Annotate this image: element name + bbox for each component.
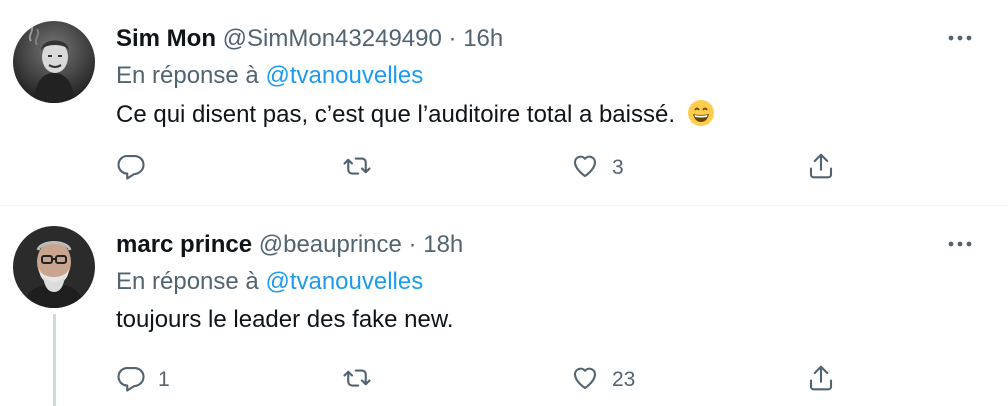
avatar[interactable] <box>13 21 95 103</box>
share-button[interactable] <box>806 358 836 402</box>
like-count: 23 <box>612 368 636 391</box>
author-handle[interactable]: @SimMon43249490 <box>223 25 442 52</box>
retweet-button[interactable] <box>342 146 384 190</box>
tweet-text: toujours le leader des fake new. <box>116 304 454 336</box>
tweet-text-content: Ce qui disent pas, c’est que l’auditoire… <box>116 101 675 128</box>
tweet[interactable]: Sim Mon @SimMon43249490 · 16h En réponse… <box>0 0 1008 206</box>
reply-button[interactable]: 1 <box>116 358 170 402</box>
heart-icon <box>570 363 600 398</box>
grinning-face-emoji-icon <box>686 98 716 128</box>
author-handle[interactable]: @beauprince <box>259 231 402 258</box>
like-count: 3 <box>612 156 624 179</box>
reply-mention-link[interactable]: @tvanouvelles <box>265 62 423 89</box>
share-icon <box>806 151 836 186</box>
reply-button[interactable] <box>116 146 158 190</box>
tweet-header: Sim Mon @SimMon43249490 · 16h <box>116 24 503 54</box>
reply-context: En réponse à @tvanouvelles <box>116 267 423 297</box>
tweet-actions: 1 23 <box>0 358 1008 402</box>
reply-prefix: En réponse à <box>116 268 259 295</box>
share-icon <box>806 363 836 398</box>
heart-icon <box>570 151 600 186</box>
retweet-button[interactable] <box>342 358 384 402</box>
author-name[interactable]: Sim Mon <box>116 25 216 52</box>
retweet-icon <box>342 151 372 186</box>
tweet-text: Ce qui disent pas, c’est que l’auditoire… <box>116 98 716 131</box>
timestamp[interactable]: 18h <box>423 231 463 258</box>
timestamp[interactable]: 16h <box>463 25 503 52</box>
author-name[interactable]: marc prince <box>116 231 252 258</box>
reply-mention-link[interactable]: @tvanouvelles <box>265 268 423 295</box>
share-button[interactable] <box>806 146 836 190</box>
retweet-icon <box>342 363 372 398</box>
like-button[interactable]: 23 <box>570 358 635 402</box>
separator-dot: · <box>448 25 457 52</box>
reply-count: 1 <box>158 368 170 391</box>
avatar[interactable] <box>13 226 95 308</box>
reply-context: En réponse à @tvanouvelles <box>116 61 423 91</box>
reply-prefix: En réponse à <box>116 62 259 89</box>
reply-icon <box>116 363 146 398</box>
tweet-text-content: toujours le leader des fake new. <box>116 306 454 333</box>
reply-icon <box>116 151 146 186</box>
tweet-actions: 3 <box>0 146 1008 190</box>
more-options-icon[interactable] <box>946 24 974 52</box>
like-button[interactable]: 3 <box>570 146 624 190</box>
tweet[interactable]: marc prince @beauprince · 18h En réponse… <box>0 206 1008 406</box>
tweet-header: marc prince @beauprince · 18h <box>116 230 463 260</box>
more-options-icon[interactable] <box>946 230 974 258</box>
separator-dot: · <box>408 231 417 258</box>
